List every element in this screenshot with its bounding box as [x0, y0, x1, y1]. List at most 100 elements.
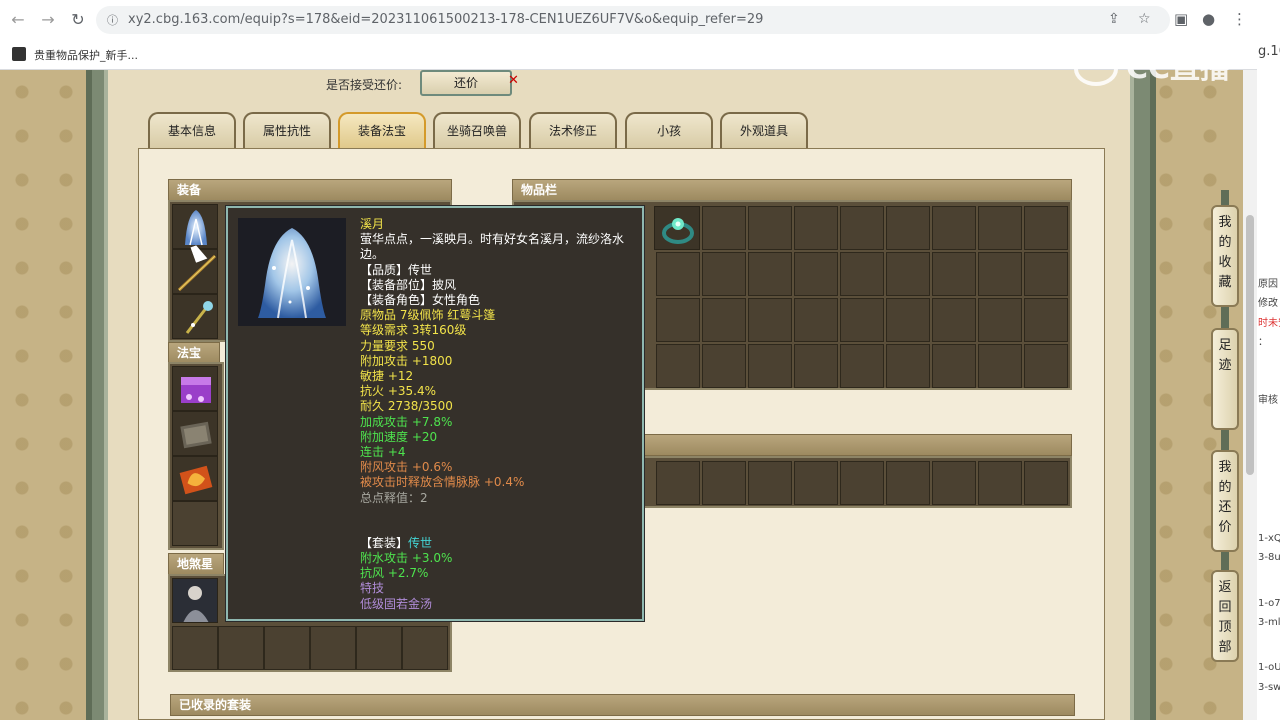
inventory-cell[interactable] — [1024, 344, 1068, 388]
footprint-button[interactable]: 足迹 — [1211, 328, 1239, 430]
fabao-slot-1[interactable] — [172, 366, 218, 411]
set-label: 【套装】 — [360, 535, 409, 550]
storage-cell[interactable] — [656, 461, 700, 505]
inventory-cell[interactable] — [840, 298, 884, 342]
tab-spell-mods[interactable]: 法术修正 — [529, 112, 617, 148]
equip-slot-cape[interactable] — [172, 204, 218, 249]
bargain-button[interactable]: 还价 — [420, 70, 512, 96]
reload-icon[interactable]: ↻ — [68, 10, 88, 30]
tab-mounts-pets[interactable]: 坐骑召唤兽 — [433, 112, 521, 148]
item-attributes: 【品质】传世 【装备部位】披风 【装备角色】女性角色 原物品 7级佩饰 红萼斗篷 等级需… — [360, 263, 640, 506]
storage-cell[interactable] — [840, 461, 884, 505]
disha-empty-cell[interactable] — [402, 626, 448, 670]
share-icon[interactable]: ⇪ — [1108, 11, 1120, 27]
inventory-cell[interactable] — [932, 344, 976, 388]
flame-book-icon — [179, 465, 213, 495]
item-name: 溪月 — [360, 217, 385, 231]
inventory-cell[interactable] — [794, 206, 838, 250]
inventory-cell[interactable] — [840, 252, 884, 296]
storage-cell[interactable] — [932, 461, 976, 505]
bookmark-item[interactable]: 贵重物品保护_新手... — [34, 47, 138, 63]
forward-icon[interactable]: → — [38, 10, 58, 30]
inventory-cell[interactable] — [794, 344, 838, 388]
treasure-chest-icon — [181, 377, 211, 403]
disha-empty-cell[interactable] — [264, 626, 310, 670]
inventory-cell[interactable] — [978, 206, 1022, 250]
inventory-cell[interactable] — [978, 252, 1022, 296]
inventory-item-ring[interactable] — [654, 206, 700, 250]
inventory-cell[interactable] — [1024, 252, 1068, 296]
inventory-cell[interactable] — [932, 252, 976, 296]
menu-icon[interactable]: ⋮ — [1232, 10, 1247, 28]
inventory-cell[interactable] — [702, 344, 746, 388]
back-to-top-button[interactable]: 返回顶部 — [1211, 570, 1239, 662]
inventory-cell[interactable] — [978, 298, 1022, 342]
storage-cell[interactable] — [794, 461, 838, 505]
inventory-cell[interactable] — [886, 298, 930, 342]
site-info-icon[interactable]: ⓘ — [107, 12, 118, 28]
inventory-cell[interactable] — [1024, 206, 1068, 250]
equip-slot-wand[interactable] — [172, 294, 218, 339]
bookmark-star-icon[interactable]: ☆ — [1138, 11, 1151, 27]
favorites-button[interactable]: 我的收藏 — [1211, 205, 1239, 307]
watermark-text: CC直播 — [1126, 51, 1231, 86]
inventory-cell[interactable] — [840, 344, 884, 388]
scrollbar-thumb[interactable] — [1246, 215, 1254, 475]
tab-basic-info[interactable]: 基本信息 — [148, 112, 236, 148]
wand-icon — [185, 301, 213, 334]
inventory-cell[interactable] — [886, 344, 930, 388]
storage-cell[interactable] — [886, 461, 930, 505]
item-attribute-line: 【品质】传世 — [360, 262, 433, 277]
my-bargains-button[interactable]: 我的还价 — [1211, 450, 1239, 552]
right-fragment: 3-ml — [1258, 617, 1280, 628]
inventory-cell[interactable] — [932, 206, 976, 250]
fabao-slot-2[interactable] — [172, 411, 218, 456]
set-attribute-line: 特技 — [360, 581, 385, 596]
inventory-cell[interactable] — [656, 298, 700, 342]
fabao-slot-empty[interactable] — [172, 501, 218, 546]
right-fragment: 1-xQ — [1258, 533, 1280, 544]
fabao-slot-3[interactable] — [172, 456, 218, 501]
profile-icon[interactable]: ● — [1202, 10, 1215, 28]
storage-cell[interactable] — [702, 461, 746, 505]
right-fragment: 1-oU — [1258, 662, 1280, 673]
page-scrollbar[interactable] — [1243, 70, 1257, 720]
back-icon[interactable]: ← — [8, 10, 28, 30]
sidebar-toggle-icon[interactable]: ▣ — [1174, 10, 1188, 28]
item-attribute-line: 加成攻击 +7.8% — [360, 414, 453, 429]
inventory-cell[interactable] — [932, 298, 976, 342]
item-attribute-line: 【装备部位】披风 — [360, 277, 457, 292]
inventory-cell[interactable] — [748, 206, 792, 250]
inventory-cell[interactable] — [748, 252, 792, 296]
inventory-cell[interactable] — [702, 206, 746, 250]
tab-appearance[interactable]: 外观道具 — [720, 112, 808, 148]
tab-children[interactable]: 小孩 — [625, 112, 713, 148]
url-text[interactable]: xy2.cbg.163.com/equip?s=178&eid=20231106… — [128, 12, 763, 27]
address-bar[interactable]: ⓘ xy2.cbg.163.com/equip?s=178&eid=202311… — [96, 6, 1170, 34]
disha-empty-cell[interactable] — [172, 626, 218, 670]
inventory-cell[interactable] — [656, 344, 700, 388]
inventory-cell[interactable] — [748, 298, 792, 342]
storage-cell[interactable] — [748, 461, 792, 505]
tab-attributes[interactable]: 属性抗性 — [243, 112, 331, 148]
inventory-cell[interactable] — [748, 344, 792, 388]
inventory-cell[interactable] — [1024, 298, 1068, 342]
disha-slot-1[interactable] — [172, 578, 218, 623]
inventory-cell[interactable] — [886, 252, 930, 296]
storage-cell[interactable] — [978, 461, 1022, 505]
storage-cell[interactable] — [1024, 461, 1068, 505]
disha-empty-cell[interactable] — [218, 626, 264, 670]
inventory-cell[interactable] — [886, 206, 930, 250]
disha-empty-cell[interactable] — [356, 626, 402, 670]
inventory-cell[interactable] — [656, 252, 700, 296]
inventory-cell[interactable] — [978, 344, 1022, 388]
inventory-cell[interactable] — [794, 298, 838, 342]
inventory-cell[interactable] — [794, 252, 838, 296]
tab-equipment[interactable]: 装备法宝 — [338, 112, 426, 148]
item-attribute-line: 附加攻击 +1800 — [360, 353, 453, 368]
inventory-cell[interactable] — [702, 298, 746, 342]
close-icon: ✕ — [508, 73, 519, 88]
inventory-cell[interactable] — [702, 252, 746, 296]
inventory-cell[interactable] — [840, 206, 884, 250]
disha-empty-cell[interactable] — [310, 626, 356, 670]
